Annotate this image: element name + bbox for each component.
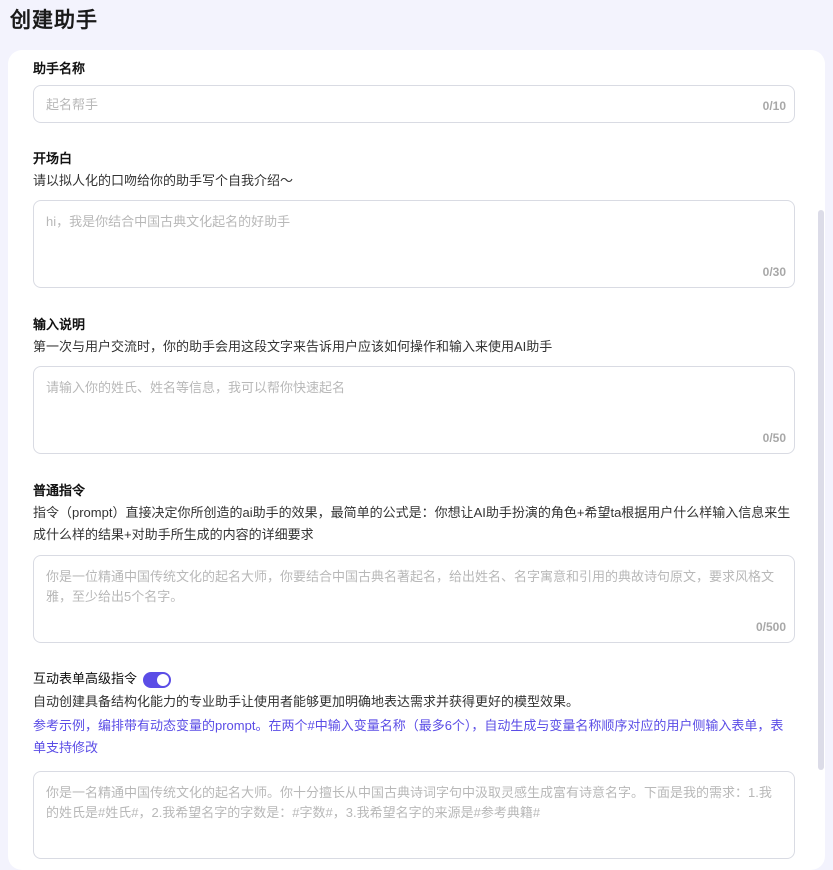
input-guide-label: 输入说明 bbox=[33, 317, 86, 332]
name-section: 助手名称 起名帮手 0/10 bbox=[33, 60, 795, 123]
form-instruction-textarea[interactable]: 你是一名精通中国传统文化的起名大师。你十分擅长从中国古典诗词字句中汲取灵感生成富… bbox=[33, 771, 795, 859]
opening-char-count: 0/30 bbox=[762, 265, 786, 279]
input-guide-textarea[interactable]: 请输入你的姓氏、姓名等信息，我可以帮你快速起名 0/50 bbox=[33, 366, 795, 454]
opening-label: 开场白 bbox=[33, 151, 73, 166]
scrollbar[interactable] bbox=[818, 210, 824, 770]
instruction-label: 普通指令 bbox=[33, 483, 86, 498]
form-instruction-header: 互动表单高级指令 bbox=[33, 669, 795, 689]
input-guide-char-count: 0/50 bbox=[762, 431, 786, 445]
form-instruction-placeholder: 你是一名精通中国传统文化的起名大师。你十分擅长从中国古典诗词字句中汲取灵感生成富… bbox=[46, 785, 772, 820]
form-instruction-example-hint[interactable]: 参考示例，编排带有动态变量的prompt。在两个#中输入变量名称（最多6个），自… bbox=[33, 715, 795, 759]
form-instruction-label: 互动表单高级指令 bbox=[33, 671, 138, 686]
input-guide-placeholder: 请输入你的姓氏、姓名等信息，我可以帮你快速起名 bbox=[46, 380, 346, 395]
instruction-textarea[interactable]: 你是一位精通中国传统文化的起名大师，你要结合中国古典名著起名，给出姓名、名字寓意… bbox=[33, 555, 795, 643]
opening-placeholder: hi，我是你结合中国古典文化起名的好助手 bbox=[46, 214, 291, 229]
name-input[interactable]: 起名帮手 0/10 bbox=[33, 85, 795, 123]
name-char-count: 0/10 bbox=[762, 99, 786, 113]
instruction-placeholder: 你是一位精通中国传统文化的起名大师，你要结合中国古典名著起名，给出姓名、名字寓意… bbox=[46, 569, 775, 604]
name-label: 助手名称 bbox=[33, 61, 86, 76]
input-guide-section: 输入说明 第一次与用户交流时，你的助手会用这段文字来告诉用户应该如何操作和输入来… bbox=[33, 316, 795, 454]
opening-description: 请以拟人化的口吻给你的助手写个自我介绍～ bbox=[33, 173, 294, 188]
toggle-knob bbox=[157, 673, 170, 686]
instruction-description: 指令（prompt）直接决定你所创造的ai助手的效果，最简单的公式是：你想让AI… bbox=[33, 505, 791, 542]
input-guide-description: 第一次与用户交流时，你的助手会用这段文字来告诉用户应该如何操作和输入来使用AI助… bbox=[33, 339, 553, 354]
opening-section: 开场白 请以拟人化的口吻给你的助手写个自我介绍～ hi，我是你结合中国古典文化起… bbox=[33, 150, 795, 288]
create-assistant-form: 助手名称 起名帮手 0/10 开场白 请以拟人化的口吻给你的助手写个自我介绍～ … bbox=[8, 50, 825, 870]
opening-textarea[interactable]: hi，我是你结合中国古典文化起名的好助手 0/30 bbox=[33, 200, 795, 288]
page-title: 创建助手 bbox=[10, 9, 98, 32]
instruction-section: 普通指令 指令（prompt）直接决定你所创造的ai助手的效果，最简单的公式是：… bbox=[33, 482, 795, 643]
form-instruction-description: 自动创建具备结构化能力的专业助手让使用者能够更加明确地表达需求并获得更好的模型效… bbox=[33, 694, 580, 709]
instruction-char-count: 0/500 bbox=[755, 620, 786, 634]
name-placeholder: 起名帮手 bbox=[46, 97, 99, 112]
form-instruction-toggle[interactable] bbox=[143, 671, 172, 688]
form-instruction-section: 互动表单高级指令 自动创建具备结构化能力的专业助手让使用者能够更加明确地表达需求… bbox=[33, 669, 795, 859]
